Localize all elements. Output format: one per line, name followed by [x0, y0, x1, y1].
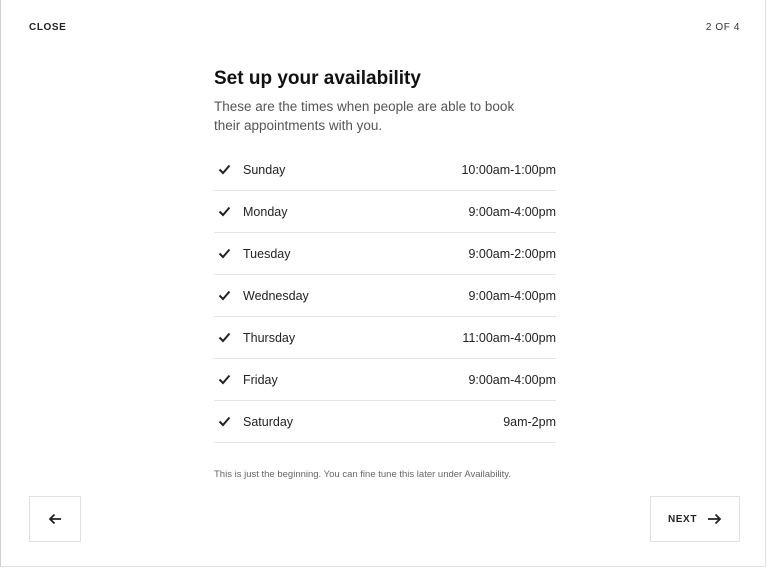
next-label: NEXT [667, 513, 698, 525]
day-hours[interactable]: 9am-2pm [503, 415, 556, 429]
day-hours[interactable]: 11:00am-4:00pm [462, 331, 556, 345]
step-indicator: 2 OF 4 [705, 22, 740, 33]
arrow-left-icon [48, 513, 61, 525]
checkmark-icon [218, 290, 230, 301]
checkmark-icon [218, 332, 230, 343]
day-label: Thursday [243, 330, 296, 345]
day-row-friday[interactable]: Friday 9:00am-4:00pm [214, 359, 556, 401]
footnote: This is just the beginning. You can fine… [214, 469, 511, 480]
day-label: Tuesday [243, 246, 291, 261]
checkmark-icon [218, 164, 230, 175]
day-row-monday[interactable]: Monday 9:00am-4:00pm [214, 191, 556, 233]
page-title: Set up your availability [214, 68, 421, 89]
checkbox-saturday[interactable] [217, 415, 231, 429]
availability-panel: Set up your availability These are the t… [214, 68, 556, 443]
checkmark-icon [218, 416, 230, 427]
day-hours[interactable]: 9:00am-4:00pm [468, 373, 556, 387]
checkmark-icon [218, 374, 230, 385]
back-button[interactable] [29, 496, 81, 542]
day-hours[interactable]: 9:00am-4:00pm [468, 289, 556, 303]
day-hours[interactable]: 9:00am-2:00pm [468, 247, 556, 261]
checkbox-wednesday[interactable] [217, 289, 231, 303]
day-label: Friday [243, 372, 278, 387]
checkmark-icon [218, 206, 230, 217]
checkmark-icon [218, 248, 230, 259]
day-row-sunday[interactable]: Sunday 10:00am-1:00pm [214, 149, 556, 191]
checkbox-thursday[interactable] [217, 331, 231, 345]
day-hours[interactable]: 10:00am-1:00pm [461, 163, 556, 177]
page-subtitle: These are the times when people are able… [214, 99, 515, 133]
checkbox-friday[interactable] [217, 373, 231, 387]
checkbox-sunday[interactable] [217, 163, 231, 177]
day-label: Monday [243, 204, 288, 219]
checkbox-monday[interactable] [217, 205, 231, 219]
day-label: Saturday [243, 414, 294, 429]
next-button[interactable]: NEXT [650, 496, 740, 542]
day-row-saturday[interactable]: Saturday 9am-2pm [214, 401, 556, 443]
day-label: Wednesday [243, 288, 309, 303]
checkbox-tuesday[interactable] [217, 247, 231, 261]
day-row-tuesday[interactable]: Tuesday 9:00am-2:00pm [214, 233, 556, 275]
day-row-wednesday[interactable]: Wednesday 9:00am-4:00pm [214, 275, 556, 317]
day-hours[interactable]: 9:00am-4:00pm [468, 205, 556, 219]
day-label: Sunday [243, 162, 286, 177]
day-list: Sunday 10:00am-1:00pm Monday 9:00am-4:00… [214, 149, 556, 443]
arrow-right-icon [708, 513, 722, 525]
day-row-thursday[interactable]: Thursday 11:00am-4:00pm [214, 317, 556, 359]
close-button[interactable]: CLOSE [29, 22, 66, 33]
